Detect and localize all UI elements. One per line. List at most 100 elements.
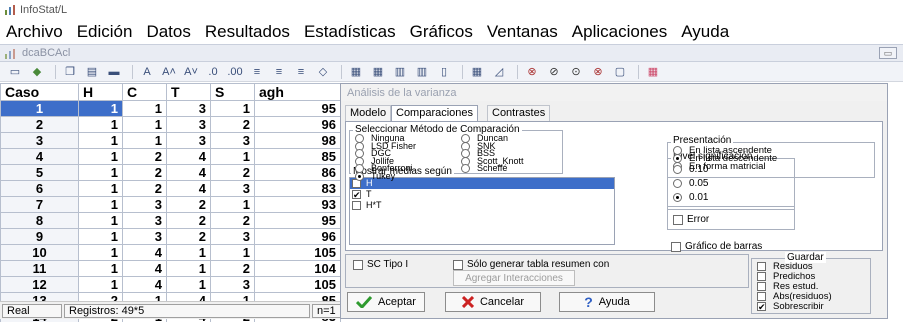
chart-icon[interactable]: ◿ xyxy=(490,64,508,80)
data-cell[interactable]: 96 xyxy=(254,228,341,245)
data-cell[interactable]: 1 xyxy=(210,244,255,261)
data-cell[interactable]: 1 xyxy=(78,100,123,117)
menu-resultados[interactable]: Resultados xyxy=(205,22,290,42)
data-cell[interactable]: 1 xyxy=(166,276,211,293)
data-cell[interactable]: 83 xyxy=(254,180,341,197)
data-cell[interactable]: 3 xyxy=(210,180,255,197)
data-cell[interactable]: 2 xyxy=(122,148,167,165)
data-cell[interactable]: 1 xyxy=(210,196,255,213)
row-number-cell[interactable]: 11 xyxy=(0,260,79,277)
align-right-icon[interactable]: ≡ xyxy=(292,64,310,80)
data-cell[interactable]: 4 xyxy=(166,148,211,165)
row-number-cell[interactable]: 9 xyxy=(0,228,79,245)
grid-icon[interactable]: ▦ xyxy=(468,64,486,80)
data-cell[interactable]: 1 xyxy=(210,100,255,117)
menu-estadisticas[interactable]: Estadísticas xyxy=(304,22,396,42)
row-number-cell[interactable]: 7 xyxy=(0,196,79,213)
data-cell[interactable]: 2 xyxy=(210,116,255,133)
table-row[interactable]: 8 1 3 2 2 95 xyxy=(0,212,341,229)
align-center-icon[interactable]: ≡ xyxy=(270,64,288,80)
table-row[interactable]: 7 1 3 2 1 93 xyxy=(0,196,341,213)
data-cell[interactable]: 1 xyxy=(122,100,167,117)
data-cell[interactable]: 1 xyxy=(122,116,167,133)
data-cell[interactable]: 85 xyxy=(254,148,341,165)
tab-modelo[interactable]: Modelo xyxy=(345,105,392,121)
table-row[interactable]: 9 1 3 2 3 96 xyxy=(0,228,341,245)
data-cell[interactable]: 1 xyxy=(210,148,255,165)
data-cell[interactable]: 3 xyxy=(122,212,167,229)
data-cell[interactable]: 2 xyxy=(210,260,255,277)
data-cell[interactable]: 1 xyxy=(78,244,123,261)
table-row[interactable]: 4 1 2 4 1 85 xyxy=(0,148,341,165)
data-cell[interactable]: 96 xyxy=(254,116,341,133)
means-list[interactable]: H ✔ T H*T xyxy=(349,177,615,245)
font-decrease-icon[interactable]: A˅ xyxy=(182,64,200,80)
decimals-decrease-icon[interactable]: .00 xyxy=(226,64,244,80)
data-cell[interactable]: 2 xyxy=(166,228,211,245)
data-cell[interactable]: 95 xyxy=(254,212,341,229)
column-header[interactable]: Caso xyxy=(0,83,79,101)
menu-aplicaciones[interactable]: Aplicaciones xyxy=(572,22,667,42)
menu-ventanas[interactable]: Ventanas xyxy=(487,22,558,42)
column-header[interactable]: T xyxy=(166,83,211,101)
data-cell[interactable]: 4 xyxy=(166,180,211,197)
font-icon[interactable]: A xyxy=(138,64,156,80)
data-cell[interactable]: 105 xyxy=(254,244,341,261)
font-increase-icon[interactable]: A˄ xyxy=(160,64,178,80)
column-options-icon[interactable]: ▯ xyxy=(435,64,453,80)
insert-column-icon[interactable]: ▥ xyxy=(391,64,409,80)
tab-comparaciones[interactable]: Comparaciones xyxy=(391,105,479,121)
copy-icon[interactable]: ❐ xyxy=(61,64,79,80)
insert-row-icon[interactable]: ▦ xyxy=(347,64,365,80)
tool-3-icon[interactable]: ⊙ xyxy=(567,64,585,80)
table-row[interactable]: 1 1 1 3 1 95 xyxy=(0,100,341,117)
data-cell[interactable]: 1 xyxy=(78,196,123,213)
cancel-button[interactable]: Cancelar xyxy=(445,292,541,312)
significance-radio[interactable] xyxy=(673,193,682,202)
restore-window-button[interactable]: ▭ xyxy=(879,47,897,59)
column-header[interactable]: S xyxy=(210,83,255,101)
data-cell[interactable]: 95 xyxy=(254,100,341,117)
tool-2-icon[interactable]: ⊘ xyxy=(545,64,563,80)
menu-edicion[interactable]: Edición xyxy=(77,22,133,42)
table-row[interactable]: 10 1 4 1 1 105 xyxy=(0,244,341,261)
list-item[interactable]: ✔ T xyxy=(350,189,614,200)
row-number-cell[interactable]: 12 xyxy=(0,276,79,293)
save-option-checkbox[interactable] xyxy=(757,282,766,291)
method-radio[interactable] xyxy=(355,171,364,181)
tool-4-icon[interactable]: ⊗ xyxy=(589,64,607,80)
data-cell[interactable]: 3 xyxy=(166,100,211,117)
table-row[interactable]: 11 1 4 1 2 104 xyxy=(0,260,341,277)
help-button[interactable]: ? Ayuda xyxy=(559,292,655,312)
menu-datos[interactable]: Datos xyxy=(146,22,190,42)
table-row[interactable]: 3 1 1 3 3 98 xyxy=(0,132,341,149)
data-cell[interactable]: 2 xyxy=(166,212,211,229)
row-number-cell[interactable]: 2 xyxy=(0,116,79,133)
row-number-cell[interactable]: 1 xyxy=(0,100,79,117)
error-checkbox[interactable] xyxy=(673,215,683,225)
data-cell[interactable]: 3 xyxy=(166,132,211,149)
tool-1-icon[interactable]: ⊗ xyxy=(523,64,541,80)
data-cell[interactable]: 3 xyxy=(122,196,167,213)
data-cell[interactable]: 1 xyxy=(78,180,123,197)
data-cell[interactable]: 86 xyxy=(254,164,341,181)
data-cell[interactable]: 1 xyxy=(166,260,211,277)
table-row[interactable]: 6 1 2 4 3 83 xyxy=(0,180,341,197)
save-option-checkbox[interactable]: ✔ xyxy=(757,302,766,312)
significance-radio[interactable] xyxy=(673,165,682,174)
table-row[interactable]: 5 1 2 4 2 86 xyxy=(0,164,341,181)
data-cell[interactable]: 3 xyxy=(210,228,255,245)
print-icon[interactable]: ▬ xyxy=(105,64,123,80)
table-row[interactable]: 12 1 4 1 3 105 xyxy=(0,276,341,293)
save-icon[interactable]: ▭ xyxy=(6,64,24,80)
data-cell[interactable]: 2 xyxy=(166,196,211,213)
summary-only-checkbox[interactable] xyxy=(453,260,463,270)
align-left-icon[interactable]: ≡ xyxy=(248,64,266,80)
table-row[interactable]: 2 1 1 3 2 96 xyxy=(0,116,341,133)
data-cell[interactable]: 1 xyxy=(78,276,123,293)
data-cell[interactable]: 3 xyxy=(122,228,167,245)
row-number-cell[interactable]: 4 xyxy=(0,148,79,165)
palette-icon[interactable]: ▦ xyxy=(644,64,662,80)
data-cell[interactable]: 4 xyxy=(122,260,167,277)
open-icon[interactable]: ◆ xyxy=(28,64,46,80)
